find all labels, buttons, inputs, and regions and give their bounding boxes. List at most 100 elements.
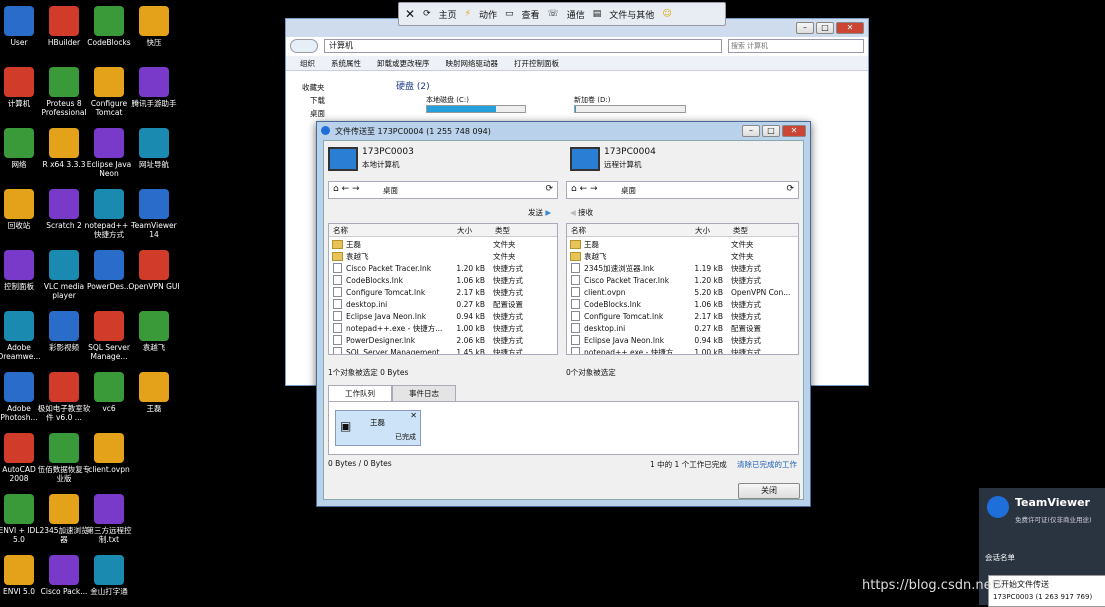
- close-icon[interactable]: ✕: [410, 411, 417, 420]
- column-name[interactable]: 名称: [329, 225, 453, 236]
- toolbar-comm[interactable]: 通信: [567, 8, 585, 21]
- file-row[interactable]: Cisco Packet Tracer.lnk 1.20 kB 快捷方式: [329, 262, 557, 274]
- file-row[interactable]: 王磊 文件夹: [329, 238, 557, 250]
- desktop-icon[interactable]: 腾讯手游助手: [127, 67, 181, 108]
- refresh-icon[interactable]: ⟳: [786, 184, 794, 194]
- file-row[interactable]: desktop.ini 0.27 kB 配置设置: [329, 298, 557, 310]
- desktop-icon[interactable]: 袁越飞: [127, 311, 181, 352]
- file-row[interactable]: 王磊 文件夹: [567, 238, 798, 250]
- file-type: 文件夹: [493, 239, 516, 249]
- column-type[interactable]: 类型: [729, 225, 793, 236]
- queue-item-status: 已完成: [395, 433, 416, 441]
- toolbar-view[interactable]: 查看: [521, 8, 539, 21]
- minimize-button[interactable]: –: [796, 22, 814, 34]
- column-size[interactable]: 大小: [691, 225, 729, 236]
- home-icon[interactable]: ⌂ ← →: [571, 184, 598, 194]
- file-row[interactable]: 袁越飞 文件夹: [567, 250, 798, 262]
- monitor-icon: [570, 147, 600, 171]
- receive-button[interactable]: ◀ 接收: [570, 207, 593, 218]
- refresh-icon[interactable]: ⟳: [545, 184, 553, 194]
- column-type[interactable]: 类型: [491, 225, 555, 236]
- remote-file-list[interactable]: 名称 大小 类型王磊 文件夹 袁越飞 文件夹 2345加速浏览器.lnk 1.19 kB 快捷方…: [566, 223, 799, 355]
- desktop-icon[interactable]: client.ovpn: [82, 433, 136, 474]
- app-icon: [94, 555, 124, 585]
- menu-control-panel[interactable]: 打开控制面板: [514, 58, 559, 69]
- drive-c-usage-bar: [427, 106, 496, 112]
- desktop-icon[interactable]: OpenVPN GUI: [127, 250, 181, 291]
- local-file-list[interactable]: 名称 大小 类型 王磊 文件夹 袁越飞 文件夹 Cisco Packet Tracer.lnk…: [328, 223, 558, 355]
- local-path-bar[interactable]: ⌂ ← → 桌面 ⟳: [328, 181, 558, 199]
- toolbar-actions[interactable]: 动作: [479, 8, 497, 21]
- file-row[interactable]: Eclipse Java Neon.lnk 0.94 kB 快捷方式: [567, 334, 798, 346]
- app-icon: [139, 250, 169, 280]
- file-type: 文件夹: [731, 239, 754, 249]
- tab-queue[interactable]: 工作队列: [328, 385, 392, 402]
- maximize-button[interactable]: □: [816, 22, 834, 34]
- search-input[interactable]: [728, 39, 864, 53]
- close-button[interactable]: 关闭: [738, 483, 800, 499]
- app-icon: [4, 189, 34, 219]
- file-row[interactable]: client.ovpn 5.20 kB OpenVPN Con...: [567, 286, 798, 298]
- back-forward-icon[interactable]: [290, 39, 318, 53]
- close-window-button[interactable]: ✕: [836, 22, 864, 34]
- dlg-maximize-button[interactable]: □: [762, 125, 780, 137]
- dlg-close-button[interactable]: ✕: [782, 125, 806, 137]
- desktop-icon-label: 王磊: [146, 404, 162, 413]
- address-bar[interactable]: 计算机: [324, 39, 722, 53]
- file-row[interactable]: notepad++.exe - 快捷方... 1.00 kB 快捷方式: [567, 346, 798, 354]
- nav-downloads[interactable]: 下载: [302, 94, 325, 107]
- file-row[interactable]: CodeBlocks.lnk 1.06 kB 快捷方式: [329, 274, 557, 286]
- drive-c[interactable]: 本地磁盘 (C:): [426, 95, 526, 113]
- list-header: 名称 大小 类型: [329, 224, 557, 237]
- desktop-icon[interactable]: 第三方远程控制.txt: [82, 494, 136, 544]
- toolbar-files[interactable]: 文件与其他: [609, 8, 654, 21]
- home-icon[interactable]: ⌂ ← →: [333, 184, 360, 194]
- desktop-icon[interactable]: TeamViewer 14: [127, 189, 181, 239]
- desktop-icon[interactable]: 快压: [127, 6, 181, 47]
- file-name: Cisco Packet Tracer.lnk: [584, 275, 670, 285]
- file-row[interactable]: SQL Server Management... 1.45 kB 快捷方式: [329, 346, 557, 354]
- chat-icon[interactable]: ☏: [548, 9, 559, 19]
- file-row[interactable]: CodeBlocks.lnk 1.06 kB 快捷方式: [567, 298, 798, 310]
- queue-item[interactable]: ▣ 王磊 已完成 ✕: [335, 410, 421, 446]
- file-icon: [571, 275, 580, 285]
- menu-system-props[interactable]: 系统属性: [331, 58, 361, 69]
- file-row[interactable]: Configure Tomcat.lnk 2.17 kB 快捷方式: [567, 310, 798, 322]
- menu-organize[interactable]: 组织: [300, 58, 315, 69]
- file-name: 王磊: [584, 239, 599, 249]
- file-row[interactable]: Eclipse Java Neon.lnk 0.94 kB 快捷方式: [329, 310, 557, 322]
- toolbar-home[interactable]: 主页: [439, 8, 457, 21]
- file-row[interactable]: Configure Tomcat.lnk 2.17 kB 快捷方式: [329, 286, 557, 298]
- file-size: 0.94 kB: [456, 311, 485, 321]
- file-row[interactable]: notepad++.exe - 快捷方... 1.00 kB 快捷方式: [329, 322, 557, 334]
- desktop-icon[interactable]: 金山打字通: [82, 555, 136, 596]
- lightning-icon[interactable]: ⚡: [465, 9, 471, 19]
- clear-completed-link[interactable]: 清除已完成的工作: [737, 459, 797, 470]
- file-row[interactable]: PowerDesigner.lnk 2.06 kB 快捷方式: [329, 334, 557, 346]
- nav-favorites[interactable]: 收藏夹: [302, 81, 325, 94]
- remote-path-bar[interactable]: ⌂ ← → 桌面 ⟳: [566, 181, 799, 199]
- folder-icon[interactable]: ▤: [593, 9, 602, 19]
- smiley-icon[interactable]: ☺: [662, 9, 671, 19]
- folder-icon: [570, 239, 581, 249]
- file-name: 2345加速浏览器.lnk: [584, 263, 655, 273]
- column-name[interactable]: 名称: [567, 225, 691, 236]
- nav-desktop[interactable]: 桌面: [302, 107, 325, 120]
- close-icon[interactable]: ✕: [405, 7, 415, 21]
- desktop-icon[interactable]: 网址导航: [127, 128, 181, 169]
- file-row[interactable]: 袁越飞 文件夹: [329, 250, 557, 262]
- file-row[interactable]: desktop.ini 0.27 kB 配置设置: [567, 322, 798, 334]
- menu-uninstall[interactable]: 卸载或更改程序: [377, 58, 430, 69]
- desktop-icon[interactable]: 王磊: [127, 372, 181, 413]
- monitor-icon[interactable]: ▭: [505, 9, 514, 19]
- menu-map-drive[interactable]: 映射网络驱动器: [446, 58, 499, 69]
- file-row[interactable]: Cisco Packet Tracer.lnk 1.20 kB 快捷方式: [567, 274, 798, 286]
- home-icon[interactable]: ⟳: [423, 9, 431, 19]
- file-size: 5.20 kB: [694, 287, 723, 297]
- dlg-minimize-button[interactable]: –: [742, 125, 760, 137]
- column-size[interactable]: 大小: [453, 225, 491, 236]
- file-row[interactable]: 2345加速浏览器.lnk 1.19 kB 快捷方式: [567, 262, 798, 274]
- send-button[interactable]: 发送 ▶: [528, 207, 551, 218]
- drive-d[interactable]: 新加卷 (D:): [574, 95, 686, 113]
- file-icon: [571, 299, 580, 309]
